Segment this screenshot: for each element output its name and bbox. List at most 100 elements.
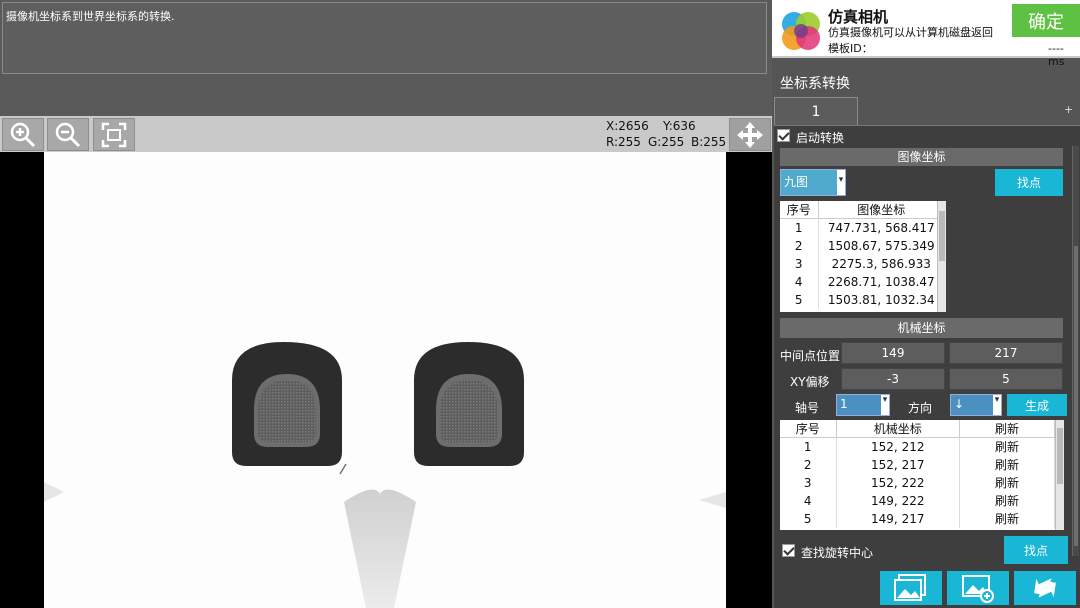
table-row-cell: 152, 217 xyxy=(836,455,960,474)
table-row-cell: 1508.67, 575.349 xyxy=(818,236,945,255)
table-row-cell: 2 xyxy=(780,455,837,474)
table-header: 序号 xyxy=(780,201,819,219)
table-header: 刷新 xyxy=(959,420,1055,438)
direction-select[interactable]: ↓ ▾ xyxy=(950,394,1002,416)
scrollbar-thumb[interactable] xyxy=(939,211,945,261)
r-readout: R:255 xyxy=(606,135,641,149)
table-row-cell: 4 xyxy=(780,272,819,291)
enable-checkbox[interactable] xyxy=(777,129,790,142)
table-row-cell: 149, 217 xyxy=(836,509,960,528)
table-row-cell: 1 xyxy=(780,437,837,456)
table-row: 5 149, 217 刷新 xyxy=(780,509,1055,528)
image-mode-value: 九图 xyxy=(784,175,809,189)
image-mode-select[interactable]: 九图 ▾ xyxy=(780,169,846,196)
table-row: 1 747.731, 568.417 xyxy=(780,218,945,237)
timing-readout: ----ms xyxy=(1048,42,1065,68)
settings-panel: 仿真相机 仿真摄像机可以从计算机磁盘返回 模板ID： ----ms 确定 坐标系… xyxy=(772,0,1080,608)
table-row: 4 149, 222 刷新 xyxy=(780,491,1055,510)
panel-scrollbar[interactable] xyxy=(1072,146,1079,556)
image-coords-table: 序号 图像坐标 1 747.731, 568.417 2 1508.67, 575.34… xyxy=(780,201,945,312)
load-image-button[interactable] xyxy=(880,571,942,605)
image-gallery-icon xyxy=(894,574,926,601)
table-row: 3 2275.3, 586.933 xyxy=(780,254,945,273)
table-row-cell: 3 xyxy=(780,254,819,273)
image-add-icon xyxy=(962,575,994,603)
tab-1[interactable]: 1 xyxy=(774,97,858,125)
direction-label: 方向 xyxy=(908,401,933,415)
table-row: 4 2268.71, 1038.47 xyxy=(780,272,945,291)
camera-subtitle: 仿真摄像机可以从计算机磁盘返回 xyxy=(828,26,993,39)
refresh-link[interactable]: 刷新 xyxy=(959,491,1055,510)
rotation-find-point-button[interactable]: 找点 xyxy=(1004,536,1068,564)
b-readout: B:255 xyxy=(691,135,727,149)
machine-coords-table: 序号 机械坐标 刷新 1 152, 212 刷新 2 152, 217 刷新 3 152, 222… xyxy=(780,420,1055,530)
description-box: 摄像机坐标系到世界坐标系的转换. xyxy=(2,2,767,74)
table-row-cell: 149, 222 xyxy=(836,491,960,510)
axis-label: 轴号 xyxy=(795,401,820,415)
fit-window-icon xyxy=(101,122,127,147)
generate-button[interactable]: 生成 xyxy=(1007,394,1067,416)
add-tab-button[interactable]: + xyxy=(1064,103,1073,116)
image-find-point-button[interactable]: 找点 xyxy=(995,169,1063,196)
table-row-cell: 4 xyxy=(780,491,837,510)
add-image-button[interactable] xyxy=(947,571,1009,605)
refresh-link[interactable]: 刷新 xyxy=(959,437,1055,456)
zoom-out-icon xyxy=(55,122,81,147)
enable-label: 启动转换 xyxy=(796,131,845,145)
table-header: 序号 xyxy=(780,420,837,438)
zoom-in-icon xyxy=(10,122,36,147)
table-row: 3 152, 222 刷新 xyxy=(780,473,1055,492)
refresh-link[interactable]: 刷新 xyxy=(959,455,1055,474)
template-id-label: 模板ID： xyxy=(828,42,873,55)
table-row-cell: 152, 212 xyxy=(836,437,960,456)
table-header: 图像坐标 xyxy=(818,201,945,219)
offset-y-field[interactable]: 5 xyxy=(949,368,1063,390)
x-readout: X:2656 xyxy=(606,119,649,133)
offset-x-field[interactable]: -3 xyxy=(841,368,945,390)
table-row-cell: 5 xyxy=(780,290,819,309)
camera-image xyxy=(44,152,726,608)
tab-content: 启动转换 图像坐标 九图 ▾ 找点 序号 图像坐标 1 747.731, 568.4… xyxy=(774,125,1080,608)
dropdown-icon: ▾ xyxy=(837,170,845,195)
mid-y-field[interactable]: 217 xyxy=(949,342,1063,364)
rotation-center-label: 查找旋转中心 xyxy=(801,546,874,560)
table-row-cell: 747.731, 568.417 xyxy=(818,218,945,237)
mid-x-field[interactable]: 149 xyxy=(841,342,945,364)
table-row-cell: 1 xyxy=(780,218,819,237)
direction-value: ↓ xyxy=(954,397,965,411)
y-readout: Y:636 xyxy=(663,119,696,133)
table-row: 1 152, 212 刷新 xyxy=(780,437,1055,456)
confirm-button[interactable]: 确定 xyxy=(1012,4,1080,37)
table-row-cell: 3 xyxy=(780,473,837,492)
app-logo xyxy=(782,12,820,50)
table-header: 机械坐标 xyxy=(836,420,960,438)
image-table-scrollbar[interactable] xyxy=(937,201,946,312)
pan-button[interactable] xyxy=(729,118,771,151)
table-row-cell: 2 xyxy=(780,236,819,255)
refresh-link[interactable]: 刷新 xyxy=(959,473,1055,492)
fit-to-window-button[interactable] xyxy=(93,118,135,151)
move-arrows-icon xyxy=(737,121,763,148)
image-toolbar: X:2656 Y:636 R:255 G:255 B:255 xyxy=(0,116,772,152)
rotation-center-checkbox[interactable] xyxy=(782,544,795,557)
section-title: 坐标系转换 xyxy=(780,76,850,92)
table-row-cell: 5 xyxy=(780,509,837,528)
machine-table-scrollbar[interactable] xyxy=(1055,420,1064,530)
refresh-button[interactable] xyxy=(1014,571,1076,605)
table-row-cell: 1503.81, 1032.34 xyxy=(818,290,945,309)
g-readout: G:255 xyxy=(648,135,685,149)
zoom-in-button[interactable] xyxy=(2,118,44,151)
table-row-cell: 152, 222 xyxy=(836,473,960,492)
table-row: 2 152, 217 刷新 xyxy=(780,455,1055,474)
scrollbar-thumb[interactable] xyxy=(1057,428,1063,484)
refresh-link[interactable]: 刷新 xyxy=(959,509,1055,528)
table-row: 2 1508.67, 575.349 xyxy=(780,236,945,255)
tab-row: 1 + xyxy=(772,97,1080,125)
axis-select[interactable]: 1 ▾ xyxy=(836,394,890,416)
machine-coords-header: 机械坐标 xyxy=(780,318,1063,338)
zoom-out-button[interactable] xyxy=(47,118,89,151)
image-viewport[interactable] xyxy=(0,152,772,608)
tab-1-label: 1 xyxy=(811,103,821,120)
scrollbar-thumb[interactable] xyxy=(1074,246,1078,546)
table-row-cell: 2275.3, 586.933 xyxy=(818,254,945,273)
